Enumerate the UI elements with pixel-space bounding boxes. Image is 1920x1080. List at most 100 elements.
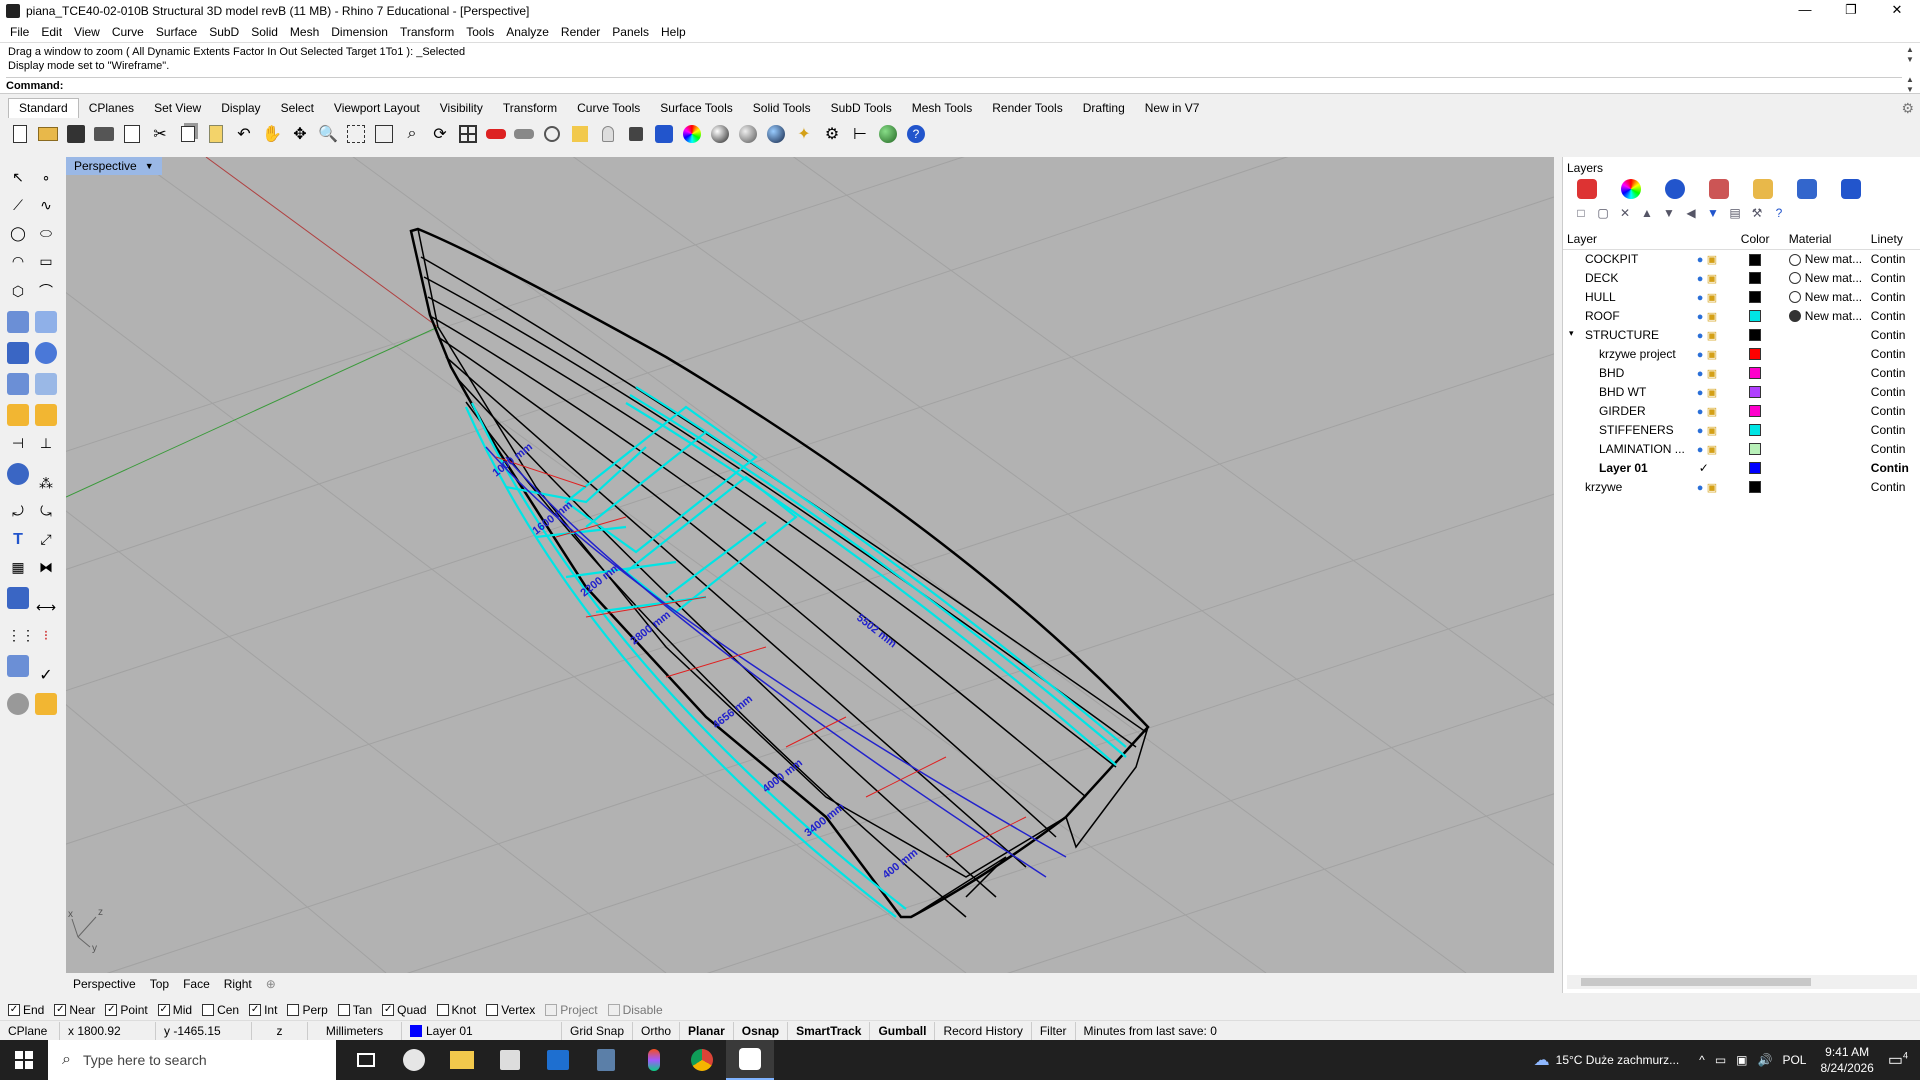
layer-material[interactable]: New mat... [1805,271,1862,285]
vp-tab-face[interactable]: Face [176,977,217,991]
polyline-icon[interactable]: ⟋ [7,197,29,219]
layer-row[interactable]: HULL ● ▣ New mat... Contin [1563,287,1920,306]
osnap-project-checkbox[interactable]: Project [545,1003,598,1017]
layer-row[interactable]: Layer 01 ✓ Contin [1563,458,1920,477]
checkbox-box[interactable]: ✓ [54,1004,67,1016]
osnap-toggle[interactable]: Osnap [734,1021,789,1040]
zoom-icon[interactable]: 🔍 [316,122,340,146]
grid-array-icon[interactable]: ⋮⋮ [7,627,35,649]
layer-name[interactable]: ROOF [1585,309,1620,323]
lightning-icon[interactable] [35,404,57,426]
checkbox-box[interactable]: ✓ [157,1004,170,1016]
rendered-sphere-icon[interactable] [736,122,760,146]
command-scrollbar[interactable]: ▲ ▼ ▲ ▼ [1904,45,1916,94]
layer-material[interactable]: New mat... [1805,309,1862,323]
column-header-layer[interactable]: Layer [1563,229,1685,250]
tab-visibility[interactable]: Visibility [430,99,493,118]
join-icon[interactable] [7,463,29,485]
layer-linetype[interactable]: Contin [1871,423,1906,437]
viewport-canvas[interactable]: 5502 mm 4656 mm 4000 mm 3400 mm 2800 mm … [66,157,1554,973]
layer-linetype[interactable]: Contin [1871,442,1906,456]
stiffeners-structure[interactable] [464,386,1127,918]
move-up-icon[interactable]: ▲ [1639,205,1655,221]
tab-curve-tools[interactable]: Curve Tools [567,99,650,118]
paste-icon[interactable] [204,122,228,146]
layer-name[interactable]: STRUCTURE [1585,328,1659,342]
layer-color-swatch[interactable] [1748,253,1761,266]
menu-edit[interactable]: Edit [35,25,68,39]
osnap-knot-checkbox[interactable]: Knot [436,1003,476,1017]
light-icon[interactable]: ✦ [792,122,816,146]
four-viewports-icon[interactable] [456,122,480,146]
layer-name[interactable]: COCKPIT [1585,252,1638,266]
visibility-bulb-icon[interactable]: ● [1697,387,1704,399]
tab-new-in-v7[interactable]: New in V7 [1135,99,1210,118]
ellipse-icon[interactable]: ⬭ [35,225,57,247]
layer-name[interactable]: GIRDER [1599,404,1646,418]
menu-surface[interactable]: Surface [150,25,203,39]
materials-icon[interactable] [1709,179,1729,199]
color-wheel-icon[interactable] [680,122,704,146]
checkbox-box[interactable] [607,1004,620,1016]
new-sublayer-icon[interactable]: ▢ [1595,205,1611,221]
cplane-label[interactable]: CPlane [0,1021,60,1040]
layer-material[interactable]: New mat... [1805,290,1862,304]
osnap-end-checkbox[interactable]: ✓ End [8,1003,44,1017]
layer-name[interactable]: krzywe [1585,480,1622,494]
render-sphere-icon[interactable] [764,122,788,146]
tab-subd-tools[interactable]: SubD Tools [821,99,902,118]
notifications-icon[interactable] [1841,179,1861,199]
minimize-button[interactable]: — [1782,0,1828,22]
layer-name[interactable]: STIFFENERS [1599,423,1674,437]
perspective-viewport[interactable]: 5502 mm 4656 mm 4000 mm 3400 mm 2800 mm … [66,157,1554,973]
layer-color-swatch[interactable] [1748,405,1761,418]
helicopter-icon[interactable] [512,122,536,146]
open-folder-icon[interactable] [36,122,60,146]
checkbox-box[interactable] [202,1004,215,1016]
render-tool-icon[interactable] [35,693,57,715]
lock-icon[interactable]: ▣ [1707,387,1717,399]
calculator-icon[interactable] [582,1040,630,1080]
gumball-toggle[interactable]: Gumball [870,1021,936,1040]
tab-transform[interactable]: Transform [493,99,567,118]
point-cloud-icon[interactable]: ⁝ [35,627,57,649]
menu-render[interactable]: Render [555,25,606,39]
layer-row[interactable]: BHD ● ▣ Contin [1563,363,1920,382]
ortho-toggle[interactable]: Ortho [633,1021,681,1040]
tab-display[interactable]: Display [211,99,270,118]
folder-icon[interactable] [1753,179,1773,199]
mirror-icon[interactable]: ⧓ [35,559,57,581]
select-arrow-icon[interactable]: ↖ [7,169,29,191]
globe-icon[interactable] [876,122,900,146]
target-icon[interactable] [540,122,564,146]
layer-name[interactable]: krzywe project [1599,347,1676,361]
options-icon[interactable]: ⚙ [820,122,844,146]
menu-solid[interactable]: Solid [245,25,284,39]
help-icon[interactable]: ? [904,122,928,146]
column-header-material[interactable]: Material [1788,229,1871,250]
current-layer[interactable]: Layer 01 [402,1021,562,1040]
layer-color-swatch[interactable] [1748,329,1761,342]
box-icon[interactable] [7,342,29,364]
vp-tab-right[interactable]: Right [217,977,259,991]
display-tray-icon[interactable]: ▣ [1736,1053,1747,1067]
layer-color-swatch[interactable] [1748,481,1761,494]
cut-icon[interactable]: ✂ [148,122,172,146]
environment-icon[interactable] [1797,179,1817,199]
surface-icon[interactable] [7,311,29,333]
column-header-color[interactable]: Color [1740,229,1789,250]
render-icon[interactable] [1665,179,1685,199]
osnap-quad-checkbox[interactable]: ✓ Quad [382,1003,427,1017]
tab-viewport-layout[interactable]: Viewport Layout [324,99,430,118]
outlook-icon[interactable] [534,1040,582,1080]
menu-help[interactable]: Help [655,25,692,39]
store-icon[interactable] [486,1040,534,1080]
lock-icon[interactable]: ▣ [1707,482,1717,494]
tab-standard[interactable]: Standard [8,98,79,118]
move-down-icon[interactable]: ▼ [1661,205,1677,221]
lock-icon[interactable]: ▣ [1707,425,1717,437]
record-history-toggle[interactable]: Record History [935,1021,1032,1040]
lock-icon[interactable]: ▣ [1707,444,1717,456]
column-header-linetype[interactable]: Linety [1870,229,1920,250]
loft-icon[interactable] [35,311,57,333]
